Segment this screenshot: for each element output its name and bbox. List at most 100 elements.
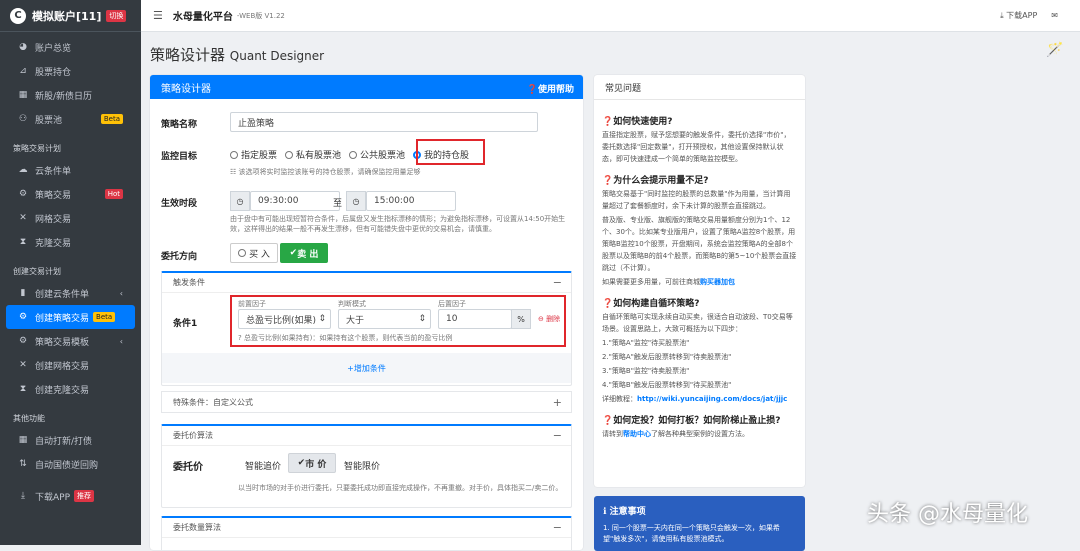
sidebar-item-auto-ipo[interactable]: ▦ 自动打新/打债 [0,428,141,452]
collapse-icon[interactable]: − [553,429,562,442]
hot-badge: Hot [104,189,123,199]
price-option-smart-chase[interactable]: 智能追价 [245,459,281,472]
sidebar-item-strategy-trade[interactable]: ⚙ 策略交易 Hot [0,182,141,206]
price-algorithm-hint: 以当时市场的对手价进行委托，只要委托成功即直接完成操作，不再重撤。对手价，具体指… [238,484,563,492]
question-circle-icon: ❓ [602,416,614,426]
collapse-icon[interactable]: − [553,521,562,534]
question-circle-icon: ❓ [602,299,614,309]
switch-account-button[interactable]: 切换 [106,9,127,22]
tutorial-link[interactable]: http://wiki.yuncaijing.com/docs/jat/jjjc [637,395,787,403]
sidebar-item-cloud-orders[interactable]: ☁ 云条件单 [0,158,141,182]
calendar-icon: ▦ [18,90,28,100]
sidebar-item-account-overview[interactable]: ◕ 账户总览 [0,35,141,59]
top-navbar: ☰ 水母量化平台 -WEB版 V1.22 ⤓ 下载APP ✉ [141,0,1080,32]
price-algorithm-header: 委托价算法 − [162,426,571,446]
sort-icon: ⇅ [19,459,27,469]
sidebar-item-ipo-calendar[interactable]: ▦ 新股/新债日历 [0,83,141,107]
beta-badge: Beta [100,114,123,124]
faq-answer-2b: 普及版、专业版、旗舰版的策略交易用量额度分别为1个、12个、30个。比如某专业版… [602,216,797,272]
faq-tutorial: 详细教程：http://wiki.yuncaijing.com/docs/jat… [602,395,788,403]
condition-label: 条件1 [173,319,198,329]
clock-icon: ◷ [230,191,250,211]
add-condition-button[interactable]: + 增加条件 [162,353,571,383]
trigger-conditions-header: 触发条件 − [162,273,571,293]
sidebar-item-create-cloud-order[interactable]: ▮ 创建云条件单 ‹ [0,281,141,305]
price-option-smart-limit[interactable]: 智能限价 [344,459,380,472]
sidebar-item-clone-trade[interactable]: ⧗ 克隆交易 [0,230,141,254]
beta-badge: Beta [93,312,116,322]
platform-version: -WEB版 V1.22 [236,11,285,20]
sidebar-item-strategy-templates[interactable]: ⚙ 策略交易模板 ‹ [0,329,141,353]
faq-body: ❓如何快速使用? 直接指定股票，赋予您想要的触发条件，委托价选择"市价"，委托数… [594,100,805,440]
sidebar-item-create-grid[interactable]: ✕ 创建网格交易 [0,353,141,377]
faq-step: 4."策略B"触发后股票转移到"待买股票池" [602,381,732,389]
check-circle-icon: ✔ [297,458,306,468]
calendar-icon: ▦ [18,435,28,445]
designer-card: 策略设计器 ❓使用帮助 策略名称 止盈策略 监控目标 指定股票 私有股票池 公共… [150,75,583,550]
faq-question-1: ❓如何快速使用? [602,117,673,127]
faq-answer-1: 直接指定股票，赋予您想要的触发条件，委托价选择"市价"，委托数选择"回定数量"，… [602,131,791,163]
price-algorithm-card: 委托价算法 − 委托价 智能追价 ✔ 市 价 智能限价 以当时市场的对手价进行委托… [161,424,572,508]
sidebar-item-create-strategy[interactable]: ⚙ 创建策略交易 Beta [6,305,135,329]
order-price-label: 委托价 [173,462,203,473]
nav-header-trade: 策略交易计划 [13,144,61,153]
clock-icon: ◷ [346,191,366,211]
highlight-box [416,139,485,165]
shuffle-icon: ✕ [19,360,27,370]
monitor-target-label: 监控目标 [161,152,198,162]
faq-answer-2c: 如果需要更多用量，可前往商城购买器加包 [602,278,735,286]
faq-step: 1."策略A"监控"待买股票池" [602,339,690,347]
time-to-label: 至 [333,199,343,209]
brand[interactable]: C 模拟账户[11] 切换 [0,0,141,32]
strategy-name-input[interactable]: 止盈策略 [230,112,538,132]
download-app-link[interactable]: ⤓ 下载APP [1000,10,1037,21]
designer-card-header: 策略设计器 [150,75,583,99]
notice-card: ℹ 注意事项 1. 同一个股票一天内在同一个策略只会触发一次，如果希望"触发多次… [594,496,805,551]
quantity-algorithm-header: 委托数量算法 − [162,518,571,538]
help-center-link[interactable]: 帮助中心 [623,430,651,438]
sidebar-item-positions[interactable]: ⊿ 股票持仓 [0,59,141,83]
buy-addon-link[interactable]: 购买器加包 [700,278,735,286]
download-icon: ⤓ [21,491,25,501]
effective-period-label: 生效时段 [161,199,198,209]
buy-button[interactable]: 买 入 [230,243,278,263]
question-icon: ❓ [526,85,538,95]
sidebar-item-auto-repo[interactable]: ⇅ 自动国债逆回购 [0,452,141,476]
faq-answer-3: 自循环策略可实现永续自动买卖，很适合自动波段、T0交易等场景。设置思路上，大致可… [602,313,793,333]
sidebar-item-download-app[interactable]: ⤓ 下载APP 推荐 [0,484,141,508]
mail-icon[interactable]: ✉ [1051,11,1058,20]
start-time-input[interactable]: 09:30:00 [250,191,340,211]
sidebar: C 模拟账户[11] 切换 ◕ 账户总览 ⊿ 股票持仓 ▦ 新股/新债日历 ⚇ 股票池 B… [0,0,141,545]
template-icon: ⚙ [18,336,28,346]
brand-logo-icon: C [10,7,26,24]
sidebar-item-stock-pool[interactable]: ⚇ 股票池 Beta [0,107,141,131]
collapse-icon[interactable]: − [553,276,562,289]
check-circle-icon: ✔ [289,248,298,258]
faq-card: 常见问题 ❓如何快速使用? 直接指定股票，赋予您想要的触发条件，委托价选择"市价… [594,75,805,487]
pool-icon: ⚇ [18,114,28,124]
faq-answer-2a: 策略交易基于"同时监控的股票的总数量"作为用量，当计算用量超过了套餐额度时，余下… [602,190,791,210]
expand-icon[interactable]: + [553,396,562,409]
end-time-input[interactable]: 15:00:00 [366,191,456,211]
hourglass-icon: ⧗ [19,237,27,247]
target-radio-specified[interactable]: 指定股票 [230,148,277,161]
sidebar-item-grid-trade[interactable]: ✕ 网格交易 [0,206,141,230]
hourglass-icon: ⧗ [19,384,27,394]
highlight-box [230,295,566,347]
sell-button[interactable]: ✔ 卖 出 [280,243,328,263]
chevron-left-icon: ‹ [119,288,123,298]
price-option-market[interactable]: ✔ 市 价 [288,453,336,473]
menu-toggle-icon[interactable]: ☰ [153,9,163,22]
target-radio-public-pool[interactable]: 公共股票池 [349,148,405,161]
magic-wand-icon[interactable]: 🪄 [1046,42,1063,58]
target-radio-private-pool[interactable]: 私有股票池 [285,148,341,161]
help-link[interactable]: ❓使用帮助 [527,82,574,95]
trigger-conditions-card: 触发条件 − 条件1 前置因子 判断模式 后置因子 总盈亏比例(如果) ⇕ 大于 ⇕ … [161,271,572,386]
special-condition-card[interactable]: 特殊条件：自定义公式 + [161,391,572,413]
cloud-icon: ☁ [18,165,28,175]
strategy-name-label: 策略名称 [161,120,198,130]
faq-step: 3."策略B"监控"待卖股票池" [602,367,690,375]
sidebar-item-create-clone[interactable]: ⧗ 创建克隆交易 [0,377,141,401]
plus-icon: + [347,363,354,373]
chart-icon: ⊿ [19,66,27,76]
